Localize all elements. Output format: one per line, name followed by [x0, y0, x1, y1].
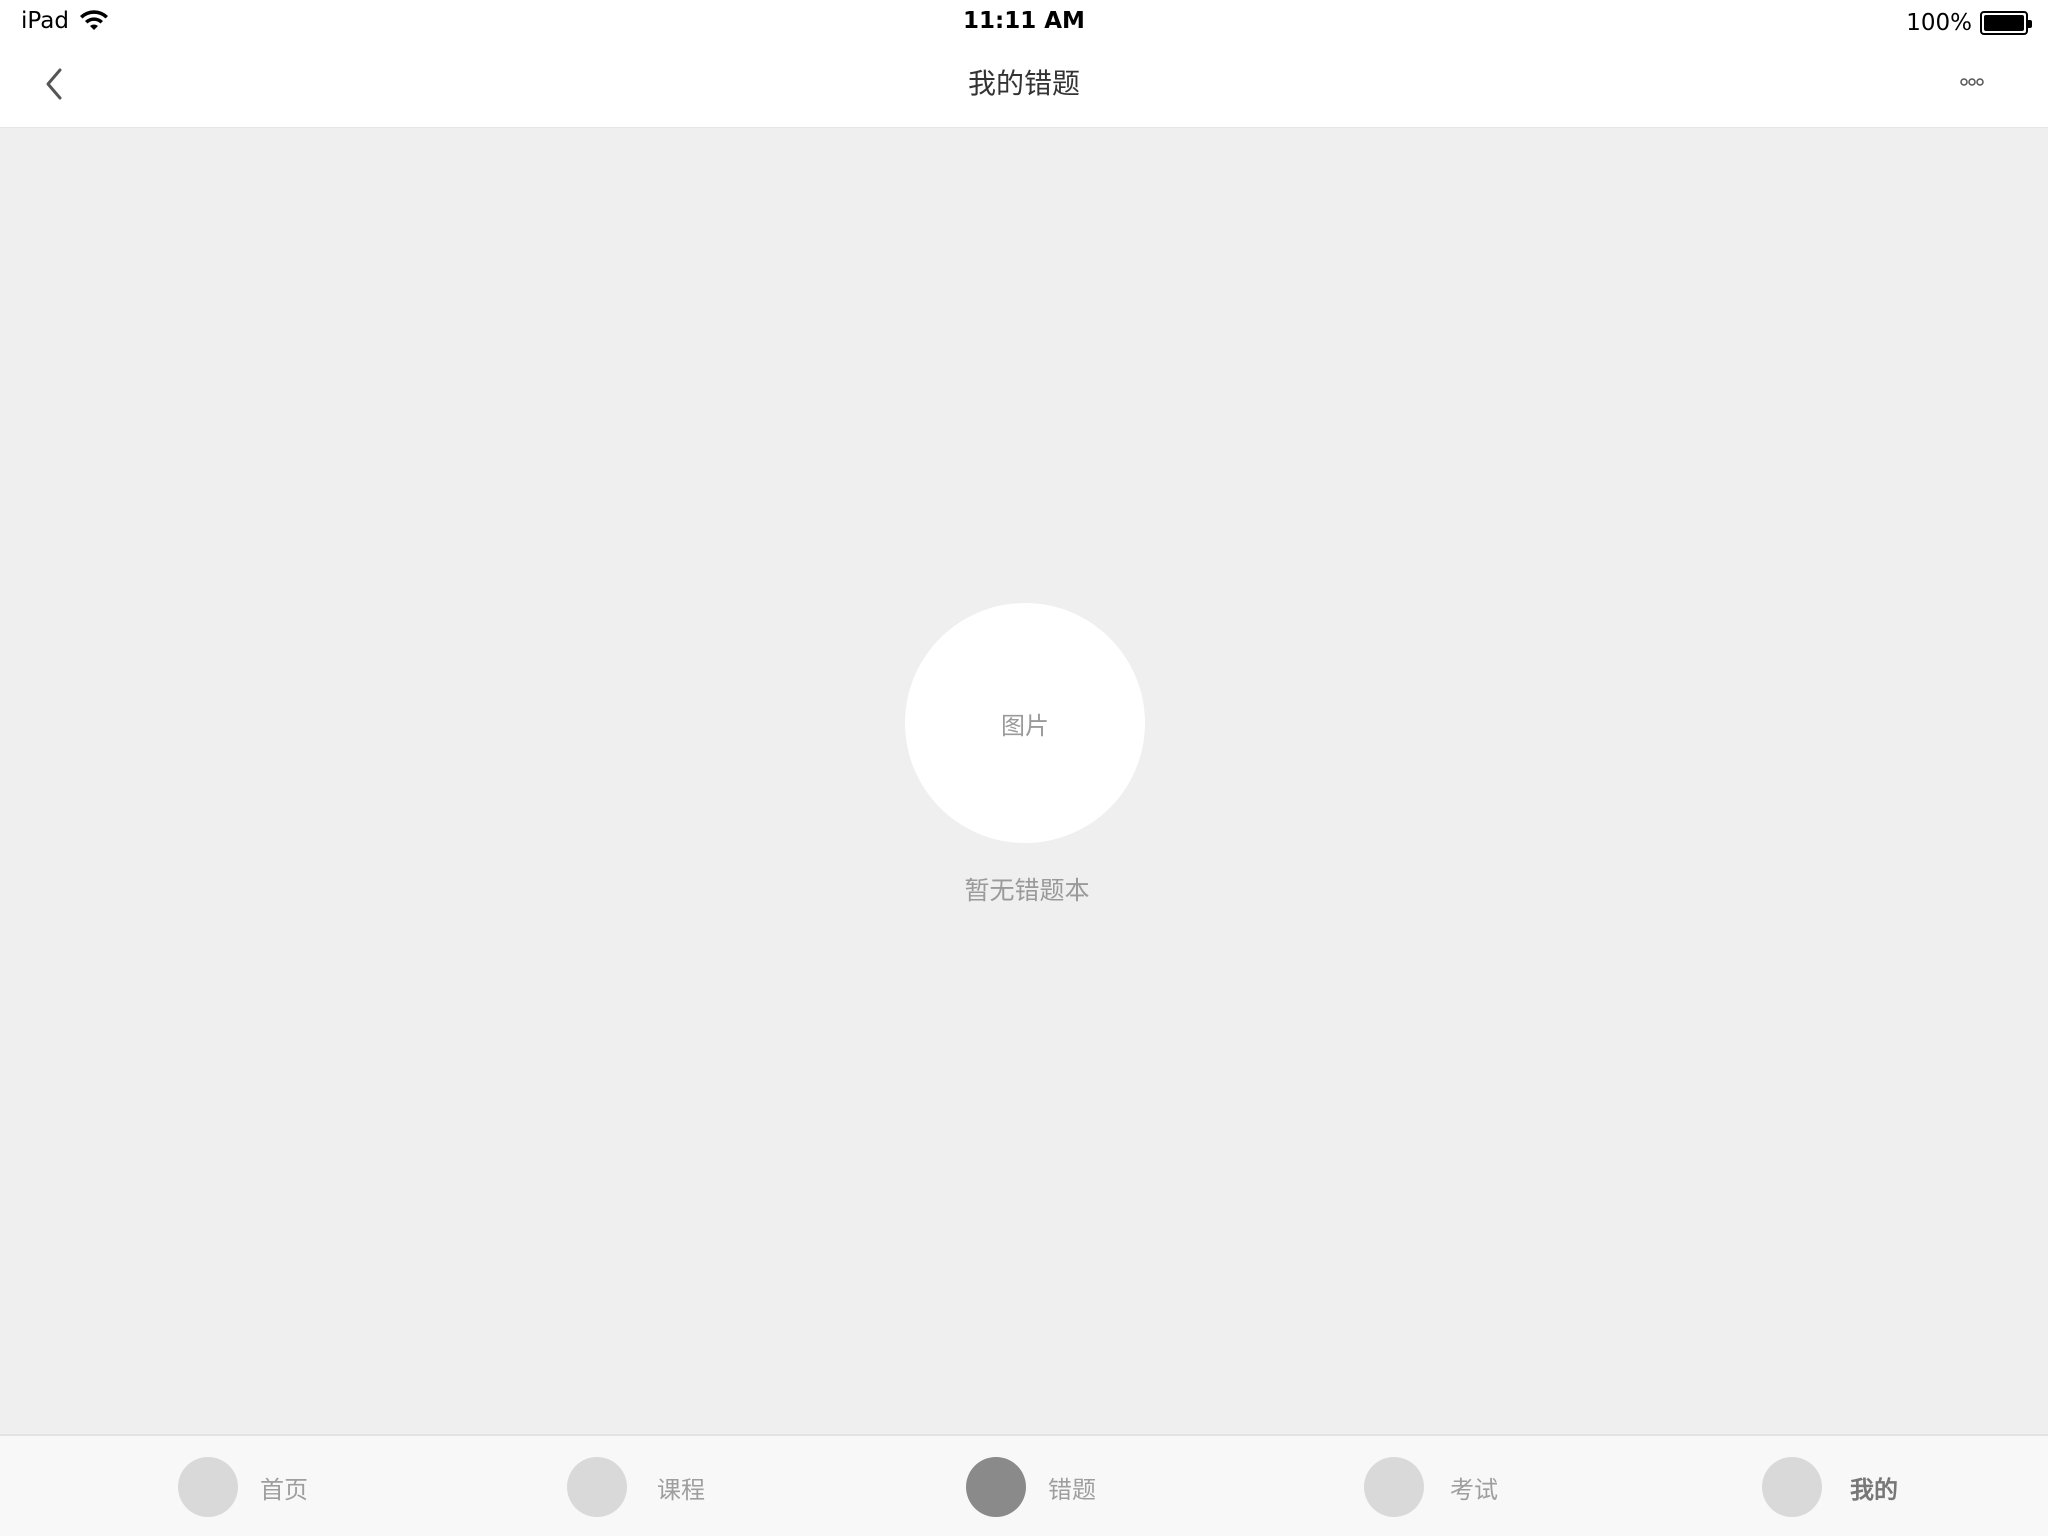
- tab-exams-label: 考试: [1450, 1475, 1498, 1504]
- empty-state-image: 图片: [905, 603, 1145, 843]
- page-title: 我的错题: [967, 67, 1080, 100]
- navigation-bar: 我的错题: [0, 46, 2048, 128]
- tab-courses-label: 课程: [657, 1475, 705, 1504]
- status-bar: iPad 11:11 AM 100%: [0, 0, 2048, 46]
- tab-home-label: 首页: [260, 1475, 308, 1504]
- tab-mistakes[interactable]: 错题: [966, 1457, 1096, 1517]
- tab-home-icon: [178, 1457, 238, 1517]
- battery-fill: [1984, 15, 2024, 31]
- main-content: 图片 暂无错题本: [0, 128, 2048, 1434]
- empty-state: 图片 暂无错题本: [0, 603, 2048, 907]
- tab-exams[interactable]: 考试: [1364, 1457, 1498, 1517]
- tab-exams-icon: [1364, 1457, 1424, 1517]
- tab-mistakes-icon: [966, 1457, 1026, 1517]
- tab-profile-icon: [1762, 1457, 1822, 1517]
- tab-home[interactable]: 首页: [178, 1457, 308, 1517]
- battery-icon: [1980, 11, 2032, 35]
- more-button[interactable]: [1948, 70, 1996, 94]
- tab-courses-icon: [567, 1457, 627, 1517]
- tab-profile-label: 我的: [1850, 1475, 1898, 1504]
- tab-courses[interactable]: 课程: [567, 1457, 705, 1517]
- status-right: 100%: [1906, 10, 2032, 36]
- battery-percent: 100%: [1906, 10, 1972, 36]
- tab-bar: 首页 课程 错题 考试 我的: [0, 1434, 2048, 1536]
- tab-mistakes-label: 错题: [1048, 1475, 1096, 1504]
- tab-profile[interactable]: 我的: [1762, 1457, 1898, 1517]
- more-dots-icon: [1960, 78, 1984, 86]
- image-placeholder-label: 图片: [1001, 711, 1049, 740]
- empty-state-message: 暂无错题本: [964, 876, 1090, 905]
- status-time: 11:11 AM: [963, 8, 1085, 34]
